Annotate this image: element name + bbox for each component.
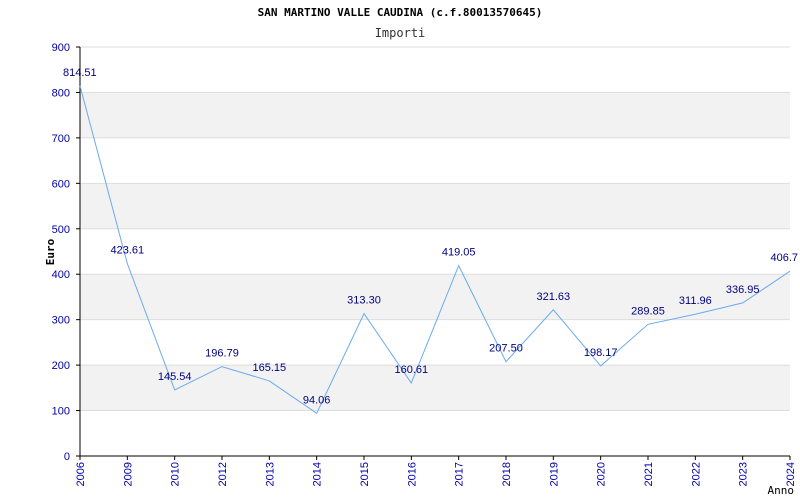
line-chart: 0 100 200 300 400 500 600 700 800 900 2006 2009 201… [44,6,798,497]
y-tick-label: 200 [52,360,70,372]
x-tick-label: 2022 [690,462,702,486]
x-tick-label: 2006 [75,462,87,486]
y-tick-label: 100 [52,406,70,418]
data-label: 160.61 [395,364,429,376]
data-label: 198.17 [584,347,618,359]
x-tick-label: 2021 [643,462,655,486]
data-label: 94.06 [303,394,331,406]
data-label: 313.30 [347,295,381,307]
data-label: 207.50 [489,343,523,355]
x-axis-label: Anno [768,484,795,497]
data-label: 814.51 [63,67,97,79]
data-label: 311.96 [679,295,712,307]
x-tick-label: 2018 [501,462,513,486]
data-label: 419.05 [442,247,476,259]
chart-subtitle: Importi [375,26,426,40]
x-tick-label: 2015 [359,462,371,486]
x-tick-label: 2012 [217,462,229,486]
data-label: 145.54 [158,371,192,383]
x-tick-label: 2013 [264,462,276,486]
y-tick-label: 900 [52,42,70,54]
x-tick-label: 2017 [454,462,466,486]
data-label: 423.61 [111,244,145,256]
data-label: 336.95 [726,284,760,296]
data-label: 165.15 [253,362,287,374]
y-tick-label: 800 [52,87,70,99]
x-tick-labels: 2006 2009 2010 2012 2013 2014 2015 2016 2017 2018… [75,456,797,486]
x-tick-label: 2020 [596,462,608,486]
background-bands [80,92,790,411]
data-label: 196.79 [205,348,239,360]
data-label: 406.7 [770,252,798,264]
y-tick-label: 700 [52,133,70,145]
x-tick-label: 2009 [122,462,134,486]
y-tick-label: 600 [52,178,70,190]
x-tick-label: 2024 [785,462,797,486]
y-tick-label: 400 [52,269,70,281]
x-tick-label: 2023 [738,462,750,486]
data-label: 321.63 [537,291,571,303]
background-band [80,92,790,138]
background-band [80,183,790,229]
y-tick-label: 300 [52,315,70,327]
y-tick-label: 500 [52,224,70,236]
data-label: 289.85 [631,305,665,317]
x-tick-label: 2016 [406,462,418,486]
x-tick-label: 2010 [170,462,182,486]
x-tick-label: 2014 [312,462,324,486]
x-tick-label: 2019 [548,462,560,486]
y-axis-label: Euro [44,238,57,265]
y-tick-label: 0 [64,451,70,463]
chart-title: SAN MARTINO VALLE CAUDINA (c.f.800135706… [258,6,543,19]
